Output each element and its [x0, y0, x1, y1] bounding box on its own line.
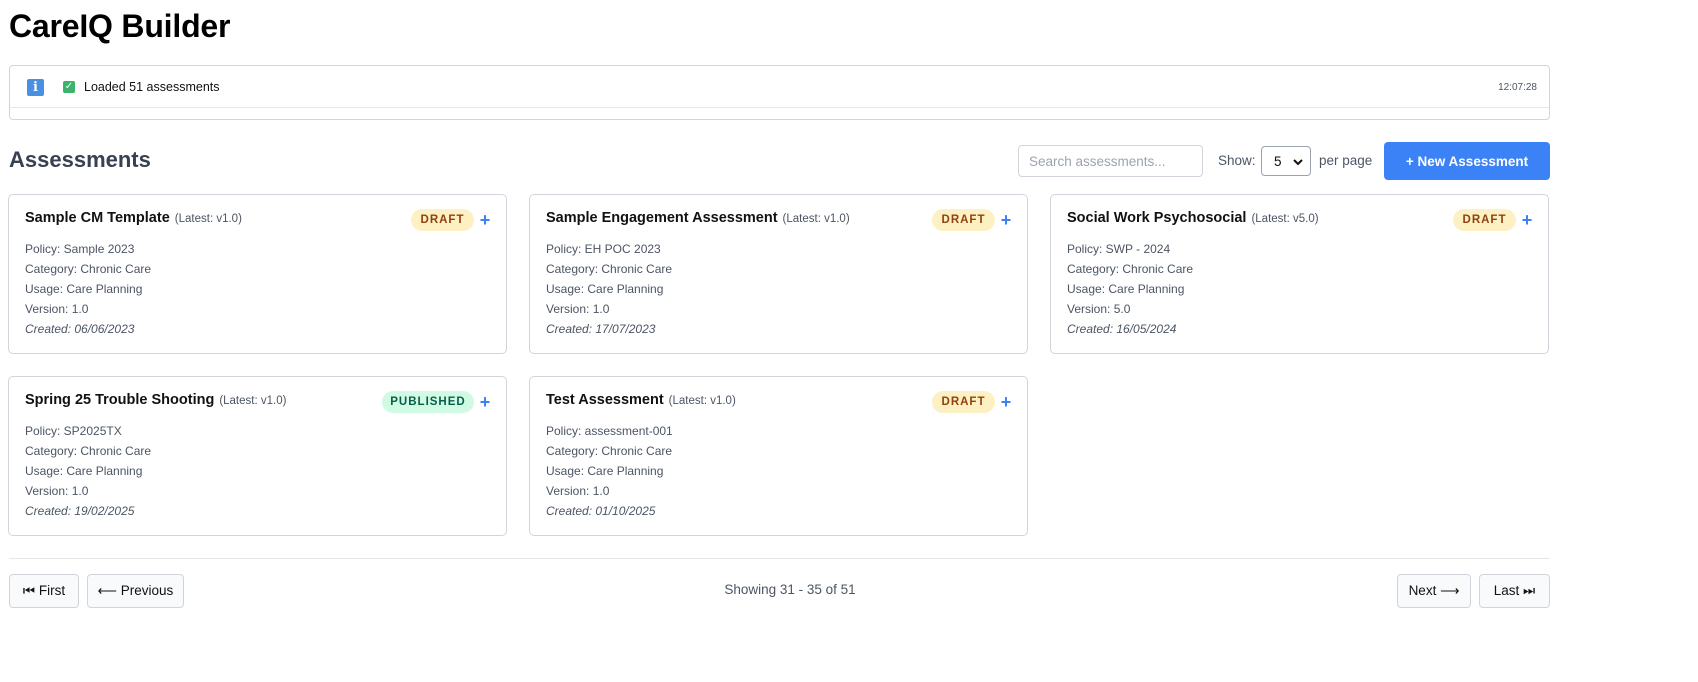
add-version-button[interactable]: + — [999, 391, 1013, 413]
card-created: Created: 16/05/2024 — [1067, 322, 1177, 336]
card-created: Created: 19/02/2025 — [25, 504, 135, 518]
status-badge: DRAFT — [411, 209, 474, 231]
add-version-button[interactable]: + — [1520, 209, 1534, 231]
card-policy: Policy: EH POC 2023 — [546, 242, 661, 256]
log-message: Loaded 51 assessments — [84, 80, 220, 94]
card-latest-version: (Latest: v5.0) — [1251, 213, 1319, 225]
check-icon: ✓ — [63, 81, 75, 93]
card-title: Spring 25 Trouble Shooting (Latest: v1.0) — [25, 392, 286, 408]
card-category: Category: Chronic Care — [546, 262, 673, 276]
card-latest-version: (Latest: v1.0) — [668, 395, 736, 407]
log-panel: i ✓ Loaded 51 assessments 12:07:28 — [9, 65, 1550, 120]
add-version-button[interactable]: + — [999, 209, 1013, 231]
card-version: Version: 1.0 — [25, 484, 89, 498]
log-row: i ✓ Loaded 51 assessments 12:07:28 — [10, 66, 1549, 108]
chevron-down-icon — [1293, 159, 1303, 166]
pagination-divider — [9, 558, 1550, 559]
card-latest-version: (Latest: v1.0) — [219, 395, 287, 407]
pagination-info: Showing 31 - 35 of 51 — [724, 582, 856, 597]
card-title: Sample CM Template (Latest: v1.0) — [25, 210, 242, 226]
new-assessment-button[interactable]: + New Assessment — [1384, 142, 1550, 180]
card-policy: Policy: SP2025TX — [25, 424, 122, 438]
assessment-card[interactable]: Sample CM Template (Latest: v1.0) DRAFT +… — [8, 194, 507, 354]
card-category: Category: Chronic Care — [25, 262, 152, 276]
card-title: Sample Engagement Assessment (Latest: v1.… — [546, 210, 850, 226]
card-policy: Policy: assessment-001 — [546, 424, 673, 438]
card-title-text: Spring 25 Trouble Shooting — [25, 392, 215, 408]
search-input[interactable] — [1018, 145, 1203, 177]
card-usage: Usage: Care Planning — [1067, 282, 1185, 296]
status-badge: DRAFT — [1453, 209, 1516, 231]
card-latest-version: (Latest: v1.0) — [174, 213, 242, 225]
per-page-label: per page — [1319, 153, 1373, 168]
card-created: Created: 17/07/2023 — [546, 322, 656, 336]
card-version: Version: 1.0 — [546, 484, 610, 498]
assessment-card[interactable]: Social Work Psychosocial (Latest: v5.0) D… — [1050, 194, 1549, 354]
card-category: Category: Chronic Care — [25, 444, 152, 458]
status-badge: DRAFT — [932, 209, 995, 231]
assessment-card[interactable]: Sample Engagement Assessment (Latest: v1.… — [529, 194, 1028, 354]
card-category: Category: Chronic Care — [1067, 262, 1194, 276]
card-title-text: Sample CM Template — [25, 210, 170, 226]
card-usage: Usage: Care Planning — [25, 282, 143, 296]
card-title: Test Assessment (Latest: v1.0) — [546, 392, 736, 408]
app-title: CareIQ Builder — [9, 8, 231, 44]
card-title: Social Work Psychosocial (Latest: v5.0) — [1067, 210, 1319, 226]
card-latest-version: (Latest: v1.0) — [782, 213, 850, 225]
card-usage: Usage: Care Planning — [546, 282, 664, 296]
assessment-card[interactable]: Test Assessment (Latest: v1.0) DRAFT + Po… — [529, 376, 1028, 536]
section-title: Assessments — [9, 147, 151, 172]
next-page-button[interactable]: Next ⟶ — [1397, 574, 1471, 608]
card-policy: Policy: SWP - 2024 — [1067, 242, 1171, 256]
card-title-text: Social Work Psychosocial — [1067, 210, 1247, 226]
card-title-text: Sample Engagement Assessment — [546, 210, 778, 226]
status-badge: PUBLISHED — [382, 391, 474, 413]
card-created: Created: 01/10/2025 — [546, 504, 656, 518]
card-usage: Usage: Care Planning — [25, 464, 143, 478]
add-version-button[interactable]: + — [478, 209, 492, 231]
status-badge: DRAFT — [932, 391, 995, 413]
card-usage: Usage: Care Planning — [546, 464, 664, 478]
card-version: Version: 1.0 — [25, 302, 89, 316]
info-icon: i — [27, 79, 44, 96]
assessment-card[interactable]: Spring 25 Trouble Shooting (Latest: v1.0)… — [8, 376, 507, 536]
log-timestamp: 12:07:28 — [1498, 82, 1537, 93]
last-page-button[interactable]: Last ⏭ — [1479, 574, 1550, 608]
card-title-text: Test Assessment — [546, 392, 664, 408]
card-category: Category: Chronic Care — [546, 444, 673, 458]
card-policy: Policy: Sample 2023 — [25, 242, 135, 256]
card-created: Created: 06/06/2023 — [25, 322, 135, 336]
card-version: Version: 1.0 — [546, 302, 610, 316]
page-size-select[interactable]: 5 — [1261, 146, 1311, 176]
add-version-button[interactable]: + — [478, 391, 492, 413]
page-size-value: 5 — [1274, 153, 1282, 169]
card-version: Version: 5.0 — [1067, 302, 1131, 316]
show-label: Show: — [1218, 153, 1256, 168]
